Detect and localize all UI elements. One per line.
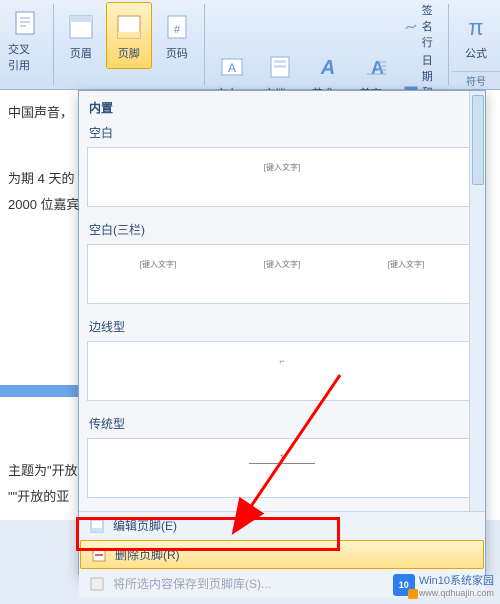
ribbon-separator [204,4,205,85]
svg-text:#: # [174,24,181,36]
pagenum-button[interactable]: # 页码 [154,2,200,69]
menu-remove-footer[interactable]: 删除页脚(R) [80,540,484,569]
formula-label: 公式 [465,45,487,61]
footer-label: 页脚 [118,45,140,61]
signature-button[interactable]: 签名行 [404,2,442,50]
tick-mark: ⌐ [96,356,468,366]
template-name-blank: 空白 [83,120,481,145]
watermark-logo: 10 [393,574,415,596]
formula-button[interactable]: π 公式 [453,2,499,69]
menu-save-label: 将所选内容保存到页脚库(S)... [113,575,271,592]
placeholder-text: [键入文字] [388,259,424,297]
wordart-icon: A [312,51,344,83]
trad-pagenum: 1 [249,453,314,464]
template-preview-trad[interactable]: 1 [87,438,477,498]
svg-text:A: A [371,58,384,78]
template-preview-blank[interactable]: [键入文字] [87,147,477,207]
watermark-url: www.qdhuajin.com [419,588,494,598]
crossref-button[interactable]: 交叉 引用 [1,2,49,78]
signature-icon [404,19,418,33]
edit-icon [89,518,105,534]
page-gap [0,385,78,397]
svg-text:A: A [228,61,236,75]
ribbon-separator [448,4,449,85]
template-name-blank3: 空白(三栏) [83,217,481,242]
placeholder-text: [键入文字] [96,162,468,173]
template-name-trad: 传统型 [83,411,481,436]
crossref-label: 交叉 引用 [8,41,42,73]
footer-icon [113,11,145,43]
watermark-name: Win10系统家园 [419,572,494,588]
crossref-icon [9,7,41,39]
gallery-section-builtin: 内置 [83,95,481,120]
pi-icon: π [460,11,492,43]
dropcap-icon: A [360,51,392,83]
menu-edit-footer[interactable]: 编辑页脚(E) [79,512,485,539]
template-preview-blank3[interactable]: [键入文字] [键入文字] [键入文字] [87,244,477,304]
save-icon [89,576,105,592]
header-label: 页眉 [70,45,92,61]
scroll-thumb[interactable] [472,95,484,185]
placeholder-text: [键入文字] [264,259,300,297]
footer-gallery-dropdown: 内置 空白 [键入文字] 空白(三栏) [键入文字] [键入文字] [键入文字]… [78,90,486,575]
gallery-scrollbar[interactable] [469,91,485,511]
svg-text:A: A [319,57,334,79]
menu-edit-label: 编辑页脚(E) [113,517,177,534]
pagenum-label: 页码 [166,45,188,61]
header-button[interactable]: 页眉 [58,2,104,69]
template-name-border: 边线型 [83,314,481,339]
placeholder-text: [键入文字] [140,259,176,297]
quickparts-icon [264,51,296,83]
remove-icon [91,547,107,563]
pagenum-icon: # [161,11,193,43]
watermark: 10 Win10系统家园 www.qdhuajin.com [393,572,494,598]
header-icon [65,11,97,43]
signature-label: 签名行 [422,2,442,50]
template-preview-border[interactable]: ⌐ [87,341,477,401]
textbox-icon: A [216,51,248,83]
svg-text:π: π [468,15,483,40]
footer-button[interactable]: 页脚 [106,2,152,69]
group-label-symbols: 符号 [452,71,500,89]
menu-remove-label: 删除页脚(R) [115,546,180,563]
ribbon-separator [53,4,54,85]
